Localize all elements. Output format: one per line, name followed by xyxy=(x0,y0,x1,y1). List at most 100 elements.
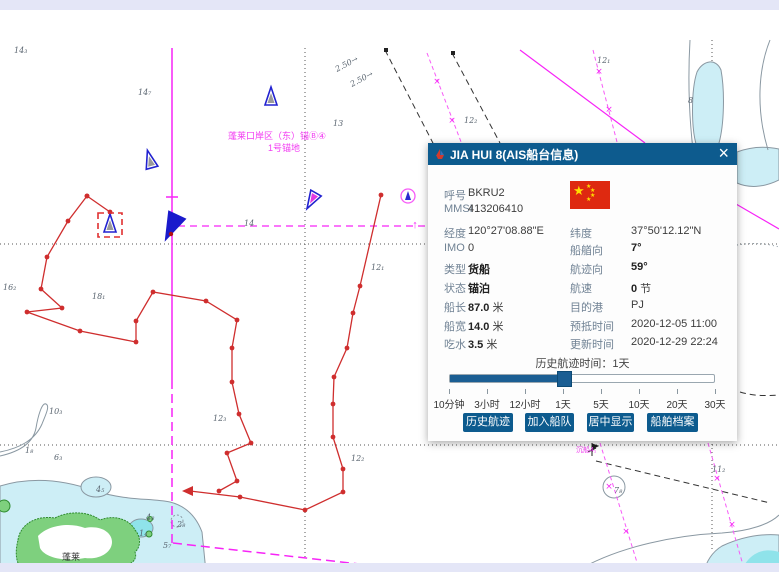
svg-text:×: × xyxy=(433,77,441,87)
track-point xyxy=(341,467,346,472)
field-value: 2020-12-05 11:00 xyxy=(631,318,717,330)
slider-tick-label[interactable]: 3小时 xyxy=(474,396,500,411)
depth-sounding-label: 1₄ xyxy=(139,529,147,538)
line-endpoint-mark xyxy=(384,48,388,52)
ais-ships-layer xyxy=(98,87,321,243)
depth-sounding-label: 12₂ xyxy=(464,116,477,125)
anchorage-area-label: 蓬莱口岸区（东）锚Ⓑ④ xyxy=(228,130,326,141)
track-point xyxy=(237,412,242,417)
field-label: 纬度 xyxy=(570,225,592,241)
svg-text:★: ★ xyxy=(586,196,591,203)
ship-icon xyxy=(434,148,446,160)
slider-tick-label[interactable]: 10分钟 xyxy=(433,396,464,411)
field-label: 类型 xyxy=(444,261,466,277)
dialog-title: JIA HUI 8(AIS船台信息) xyxy=(450,146,578,163)
track-point xyxy=(25,310,30,315)
depth-sounding-label: 14₃ xyxy=(14,46,27,55)
track-point xyxy=(39,287,44,292)
ais-ship-icon[interactable] xyxy=(142,149,158,169)
field-label: IMO xyxy=(444,242,465,254)
field-value: BKRU2 xyxy=(468,187,505,199)
slider-tick-label[interactable]: 30天 xyxy=(704,396,725,411)
track-point xyxy=(134,340,139,345)
svg-text:×: × xyxy=(605,482,613,492)
field-value: 0 节 xyxy=(631,280,651,296)
close-icon[interactable]: × xyxy=(718,142,729,164)
field-value: 3.5 米 xyxy=(468,336,497,352)
field-label: 航速 xyxy=(570,280,592,296)
svg-text:×: × xyxy=(595,67,603,77)
depth-sounding-label: 1₈ xyxy=(25,446,34,455)
current-arrow-label: 2.50→ xyxy=(333,54,360,74)
ship-archive-button[interactable]: 船舶档案 xyxy=(647,413,698,432)
svg-text:★: ★ xyxy=(573,183,585,198)
field-label: 船艏向 xyxy=(570,242,603,258)
slider-tick-label[interactable]: 12小时 xyxy=(509,396,540,411)
depth-sounding-label: 7₈ xyxy=(614,486,623,495)
add-to-fleet-button[interactable]: 加入船队 xyxy=(525,413,574,432)
track-point xyxy=(66,219,71,224)
track-point xyxy=(225,451,230,456)
bottom-border-strip xyxy=(0,563,779,572)
line-endpoint-mark xyxy=(451,51,455,55)
field-label: 状态 xyxy=(444,280,466,296)
field-label: 呼号 xyxy=(444,187,466,203)
track-point xyxy=(331,435,336,440)
field-label: 更新时间 xyxy=(570,336,614,352)
land-name-label: 蓬莱 xyxy=(62,551,80,562)
center-display-button[interactable]: 居中显示 xyxy=(587,413,634,432)
depth-sounding-label: 4₈ xyxy=(145,513,155,522)
history-time-slider[interactable] xyxy=(449,371,715,385)
track-arrowhead xyxy=(182,486,193,496)
anchorage-number-label: 1号锚地 xyxy=(268,142,300,153)
depth-sounding-label: 8 xyxy=(688,96,693,105)
history-track-button[interactable]: 历史航迹 xyxy=(463,413,513,432)
slider-fill xyxy=(450,375,564,382)
ship-position-dot xyxy=(169,232,173,236)
svg-text:×: × xyxy=(728,520,736,530)
depth-sounding-label: 10₃ xyxy=(49,407,62,416)
slider-tick-label[interactable]: 20天 xyxy=(666,396,687,411)
field-value: 14.0 米 xyxy=(468,318,503,334)
track-point xyxy=(204,299,209,304)
depth-sounding-label: 14₇ xyxy=(138,88,152,97)
history-track-layer xyxy=(25,193,384,513)
slider-handle[interactable] xyxy=(557,371,572,387)
depth-sounding-label: 2₈ xyxy=(176,520,186,529)
field-label: 吃水 xyxy=(444,336,466,352)
track-point xyxy=(345,346,350,351)
track-point xyxy=(151,290,156,295)
field-label: 航迹向 xyxy=(570,261,603,277)
svg-text:×: × xyxy=(448,116,456,126)
depth-sounding-label: 16₂ xyxy=(3,283,16,292)
svg-text:×: × xyxy=(622,527,630,537)
slider-tick xyxy=(715,389,716,394)
depth-sounding-label: 11₂ xyxy=(712,465,725,474)
track-point xyxy=(134,319,139,324)
depth-sounding-label: 6₃ xyxy=(54,453,62,462)
dialog-titlebar[interactable]: JIA HUI 8(AIS船台信息) × xyxy=(428,143,737,165)
track-point xyxy=(230,346,235,351)
track-point xyxy=(341,490,346,495)
history-track-time-label: 历史航迹时间：1天 xyxy=(428,355,737,371)
slider-tick xyxy=(563,389,564,394)
ais-ship-icon[interactable] xyxy=(104,214,116,232)
field-value: 120°27'08.88"E xyxy=(468,225,544,237)
ais-ship-icon[interactable] xyxy=(265,87,277,105)
slider-tick-label[interactable]: 10天 xyxy=(628,396,649,411)
field-value: PJ xyxy=(631,299,644,311)
depth-sounding-label: 4₅ xyxy=(95,485,105,494)
depth-sounding-label: 13 xyxy=(333,119,343,128)
slider-tick-label[interactable]: 5天 xyxy=(593,396,609,411)
slider-tick-label[interactable]: 1天 xyxy=(555,396,571,411)
wreck-label: 沉船4₁ xyxy=(576,445,597,454)
field-label: 船长 xyxy=(444,299,466,315)
track-point xyxy=(230,380,235,385)
depth-sounding-label: 12₁ xyxy=(371,263,384,272)
field-label: 预抵时间 xyxy=(570,318,614,334)
depth-sounding-label: 14 xyxy=(244,219,254,228)
slider-tick xyxy=(449,389,450,394)
depth-sounding-label: 12₁ xyxy=(597,56,610,65)
field-value: 2020-12-29 22:24 xyxy=(631,336,718,348)
slider-tick xyxy=(487,389,488,394)
